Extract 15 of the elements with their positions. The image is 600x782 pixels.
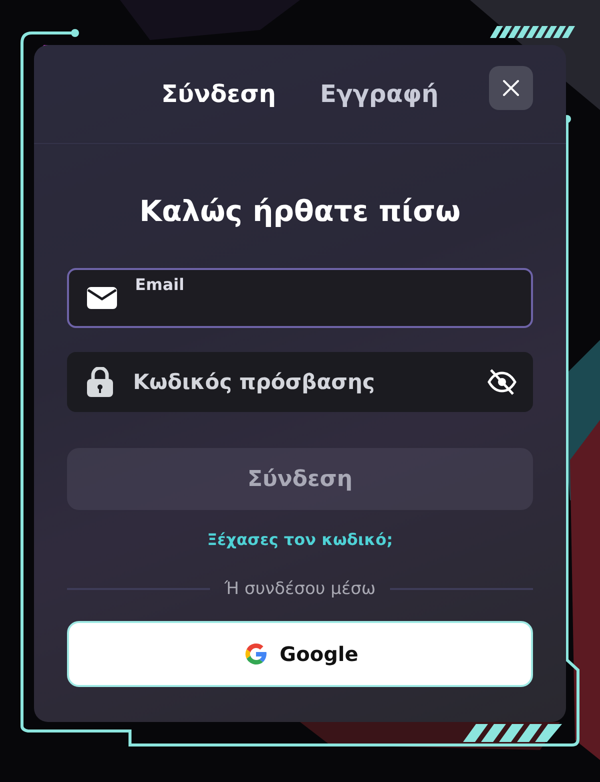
close-button[interactable] (489, 66, 533, 110)
forgot-password-link[interactable]: Ξέχασες τον κωδικό; (207, 530, 393, 549)
divider-text: Ή συνδέσου μέσω (224, 579, 376, 599)
envelope-icon (87, 287, 117, 309)
google-button[interactable]: Google (67, 621, 533, 687)
close-icon (501, 78, 521, 98)
password-input[interactable]: Κωδικός πρόσβασης (113, 354, 487, 410)
tab[interactable]: Σύνδεση (139, 80, 298, 108)
password-field[interactable]: Κωδικός πρόσβασης (67, 352, 533, 412)
lock-icon (87, 367, 113, 397)
field-label: Email (135, 275, 184, 294)
dialog-title: Καλώς ήρθατε πίσω (138, 194, 462, 228)
email-field[interactable]: Email (67, 268, 533, 328)
eye-slash-icon[interactable] (487, 368, 517, 396)
tab[interactable]: Εγγραφή (298, 80, 461, 108)
